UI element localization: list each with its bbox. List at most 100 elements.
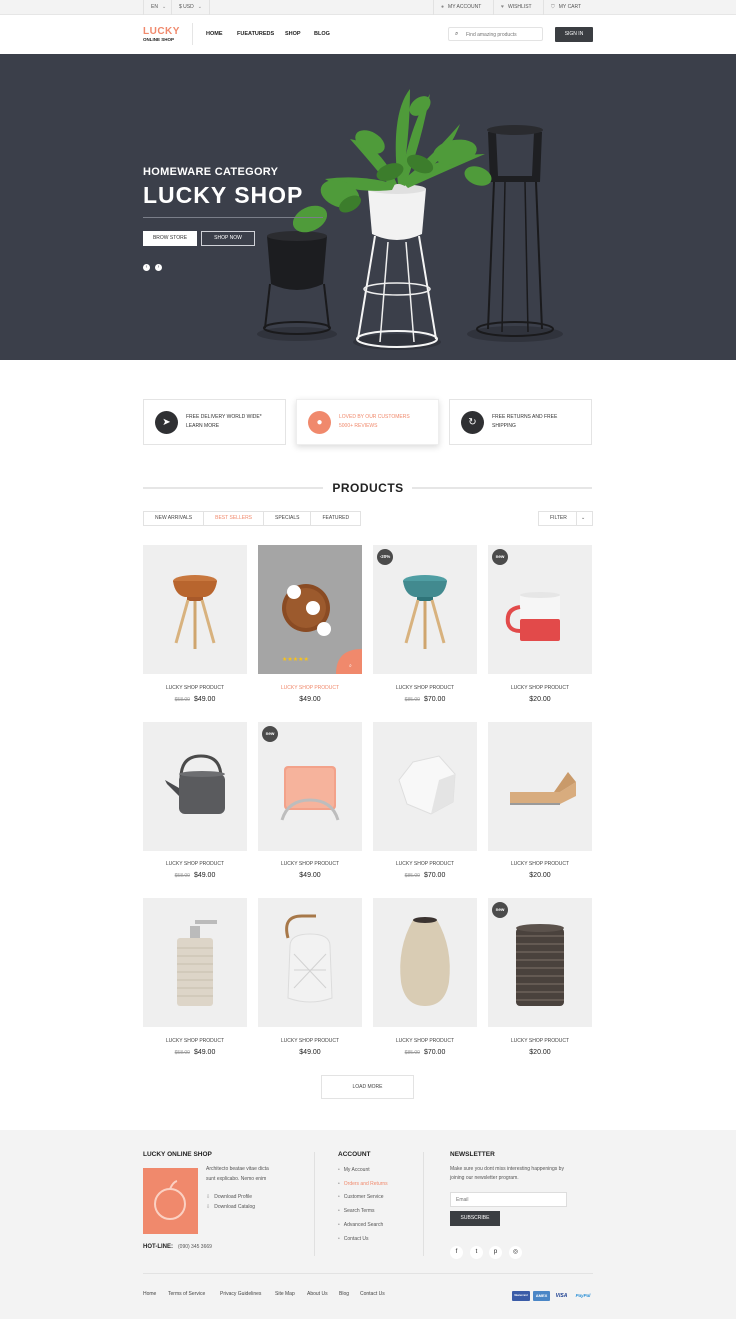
product-image[interactable] [143, 722, 247, 851]
tab-best-sellers[interactable]: BEST SELLERS [204, 512, 265, 525]
product-name[interactable]: LUCKY SHOP PRODUCT [258, 685, 362, 691]
product-price: $85.00 $70.00 [373, 1049, 477, 1056]
bottom-link-about[interactable]: About Us [307, 1291, 328, 1297]
nav-blog[interactable]: BLOG [314, 31, 330, 37]
slider-next-icon[interactable]: › [155, 264, 162, 271]
bottom-link-sitemap[interactable]: Site Map [275, 1291, 295, 1297]
newsletter-text: Make sure you dont miss interesting happ… [450, 1166, 564, 1172]
slider-prev-icon[interactable]: ‹ [143, 264, 150, 271]
wishlist-label: WISHLIST [507, 4, 532, 10]
brow-store-button[interactable]: BROW STORE [143, 231, 197, 246]
old-price: $58.00 [174, 873, 190, 879]
shop-now-button[interactable]: SHOP NOW [201, 231, 255, 246]
cart-icon: ⛉ [551, 4, 555, 10]
product-tabs: NEW ARRIVALS BEST SELLERS SPECIALS FEATU… [143, 511, 362, 526]
footer-account-title: ACCOUNT [338, 1151, 371, 1158]
user-icon: ● [308, 411, 331, 434]
footer-link-orders-returns[interactable]: • Orders and Returns [338, 1181, 388, 1187]
footer-link-advanced-search[interactable]: • Advanced Search [338, 1222, 383, 1228]
product-name[interactable]: LUCKY SHOP PRODUCT [373, 685, 477, 691]
facebook-icon[interactable]: f [450, 1246, 463, 1259]
tab-new-arrivals[interactable]: NEW ARRIVALS [144, 512, 205, 525]
old-price: $85.00 [404, 1050, 420, 1056]
product-image[interactable] [373, 722, 477, 851]
feature-delivery[interactable]: ➤ FREE DELIVERY WORLD WIDE* LEARN MORE [143, 399, 286, 445]
currency-select[interactable]: $ USD ⌄ [171, 0, 210, 15]
product-price: $58.00 $49.00 [143, 696, 247, 703]
product-name[interactable]: LUCKY SHOP PRODUCT [143, 685, 247, 691]
sign-in-button[interactable]: SIGN IN [555, 27, 593, 42]
product-image[interactable] [258, 898, 362, 1027]
search-icon[interactable]: ⌕ [455, 31, 458, 38]
feature-reviews[interactable]: ● LOVED BY OUR CUSTOMERS 5000+ REVIEWS [296, 399, 439, 445]
tab-specials[interactable]: SPECIALS [264, 512, 312, 525]
current-price: $20.00 [529, 872, 551, 879]
tab-featured[interactable]: FEATURED [311, 512, 360, 525]
instagram-icon[interactable]: ◎ [509, 1246, 522, 1259]
footer-link-my-account[interactable]: • My Account [338, 1167, 370, 1173]
current-price: $70.00 [423, 872, 446, 879]
stool-image [173, 575, 217, 649]
language-select[interactable]: EN ⌄ [143, 0, 173, 15]
wishlist-link[interactable]: ♥ WISHLIST [493, 0, 539, 15]
discount-badge: -20% [377, 549, 393, 565]
filter-dropdown[interactable]: FILTER ⌄ [538, 511, 593, 526]
product-name[interactable]: LUCKY SHOP PRODUCT [143, 1038, 247, 1044]
divider [314, 1152, 315, 1256]
bottom-link-contact[interactable]: Contact Us [360, 1291, 385, 1297]
current-price: $49.00 [299, 1049, 321, 1056]
download-profile-link[interactable]: ⇩ Download Profile [206, 1194, 252, 1200]
feature-text: FREE RETURNS AND FREE [492, 414, 558, 420]
hero-subtitle: HOMEWARE CATEGORY [143, 166, 279, 178]
search-input[interactable] [466, 30, 540, 39]
product-price: $49.00 [258, 696, 362, 703]
product-image[interactable]: new [488, 898, 592, 1027]
my-cart-link[interactable]: ⛉ MY CART [543, 0, 588, 15]
bottom-link-home[interactable]: Home [143, 1291, 156, 1297]
feature-text: FREE DELIVERY WORLD WIDE* [186, 414, 262, 420]
pinterest-icon[interactable]: p [489, 1246, 502, 1259]
feature-text: 5000+ REVIEWS [339, 423, 378, 429]
product-price: $49.00 [258, 1049, 362, 1056]
product-image[interactable]: -20% [373, 545, 477, 674]
footer-link-contact-us[interactable]: • Contact Us [338, 1236, 369, 1242]
bottom-link-privacy[interactable]: Privacy Guidelines [220, 1291, 261, 1297]
product-name[interactable]: LUCKY SHOP PRODUCT [258, 861, 362, 867]
bottom-link-terms[interactable]: Terms of Service [168, 1291, 205, 1297]
product-image[interactable]: new [258, 722, 362, 851]
product-name[interactable]: LUCKY SHOP PRODUCT [488, 685, 592, 691]
svg-text:⌕: ⌕ [349, 663, 352, 669]
nav-featureds[interactable]: FUEATUREDS [237, 31, 274, 37]
bottom-link-blog[interactable]: Blog [339, 1291, 349, 1297]
product-image[interactable]: ★★★★★ ⌕ [258, 545, 362, 674]
email-field[interactable] [451, 1193, 566, 1206]
speaker-image [398, 755, 456, 815]
product-image[interactable] [143, 898, 247, 1027]
download-catalog-link[interactable]: ⇩ Download Catalog [206, 1204, 255, 1210]
subscribe-button[interactable]: SUBSCRIBE [450, 1211, 500, 1226]
twitter-icon[interactable]: t [470, 1246, 483, 1259]
nav-home[interactable]: HOME [206, 31, 223, 37]
my-account-link[interactable]: ● MY ACCOUNT [433, 0, 488, 15]
product-name[interactable]: LUCKY SHOP PRODUCT [488, 861, 592, 867]
product-name[interactable]: LUCKY SHOP PRODUCT [373, 1038, 477, 1044]
hotline-number[interactable]: (090) 345 3669 [178, 1243, 212, 1252]
nav-shop[interactable]: SHOP [285, 31, 301, 37]
product-name[interactable]: LUCKY SHOP PRODUCT [488, 1038, 592, 1044]
load-more-button[interactable]: LOAD MORE [321, 1075, 414, 1099]
footer-link-customer-service[interactable]: • Customer Service [338, 1194, 384, 1200]
feature-returns[interactable]: ↻ FREE RETURNS AND FREE SHIPPING [449, 399, 592, 445]
product-image[interactable] [373, 898, 477, 1027]
product-name[interactable]: LUCKY SHOP PRODUCT [373, 861, 477, 867]
product-name[interactable]: LUCKY SHOP PRODUCT [143, 861, 247, 867]
product-name[interactable]: LUCKY SHOP PRODUCT [258, 1038, 362, 1044]
product-image[interactable] [143, 545, 247, 674]
feature-link[interactable]: LEARN MORE [186, 423, 219, 429]
old-price: $85.00 [404, 873, 420, 879]
product-image[interactable]: new [488, 545, 592, 674]
logo[interactable]: LUCKY [143, 26, 180, 37]
heart-icon: ♥ [501, 4, 504, 10]
my-account-label: MY ACCOUNT [448, 4, 482, 10]
footer-link-search-terms[interactable]: • Search Terms [338, 1208, 375, 1214]
product-image[interactable] [488, 722, 592, 851]
